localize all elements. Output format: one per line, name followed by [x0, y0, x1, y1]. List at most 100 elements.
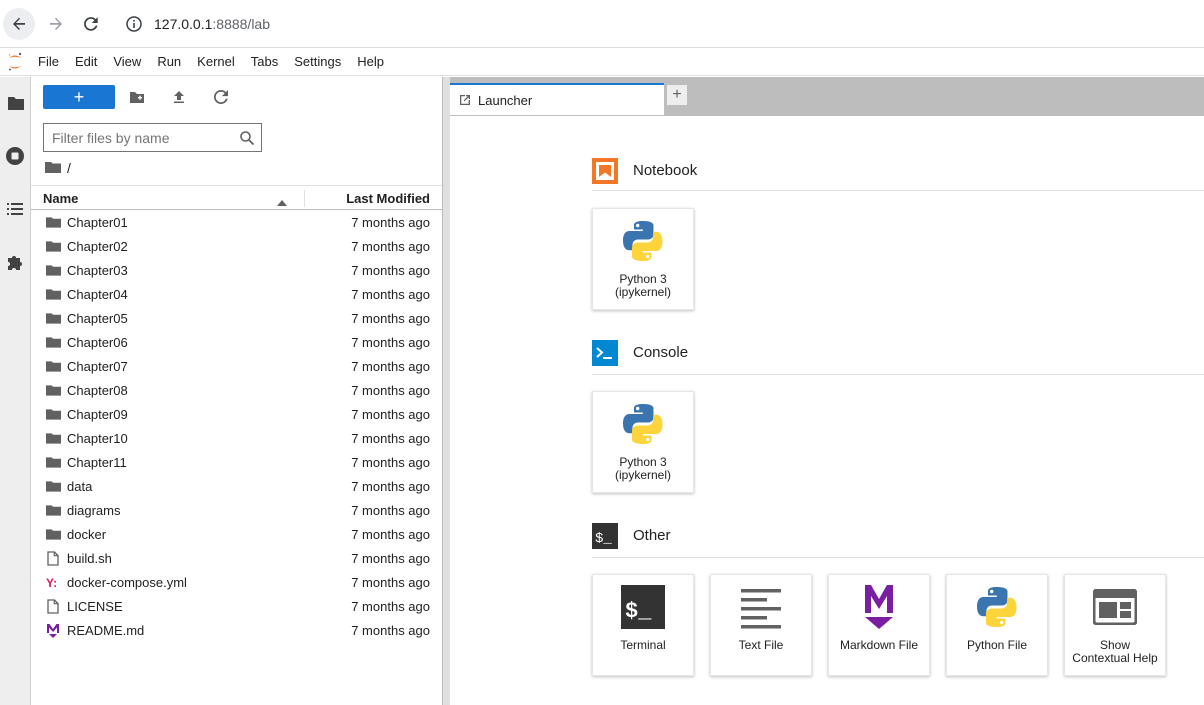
list-item[interactable]: Chapter09 7 months ago: [31, 402, 442, 426]
menu-kernel[interactable]: Kernel: [189, 48, 243, 76]
refresh-icon[interactable]: [211, 87, 231, 107]
item-name: build.sh: [67, 551, 112, 566]
url-text: 127.0.0.1:8888/lab: [154, 16, 270, 32]
breadcrumb-root[interactable]: /: [67, 160, 71, 176]
address-bar[interactable]: 127.0.0.1:8888/lab: [112, 4, 1204, 44]
section-divider: [592, 190, 1204, 191]
item-modified: 7 months ago: [351, 239, 430, 254]
list-item[interactable]: Chapter03 7 months ago: [31, 258, 442, 282]
notebook-section-title: Notebook: [633, 162, 698, 179]
svg-text:$_: $_: [625, 599, 652, 624]
section-divider: [592, 374, 1204, 375]
item-name: data: [67, 479, 93, 494]
site-info-icon[interactable]: [122, 12, 146, 36]
item-modified: 7 months ago: [351, 575, 430, 590]
card-label-line2: (ipykernel): [614, 285, 671, 299]
list-item[interactable]: Chapter11 7 months ago: [31, 450, 442, 474]
folder-icon: [45, 263, 61, 277]
markdown-file-card[interactable]: Markdown File: [828, 574, 930, 676]
back-button[interactable]: [3, 8, 35, 40]
menu-run[interactable]: Run: [149, 48, 189, 76]
file-browser-tab-icon[interactable]: [3, 91, 27, 115]
list-item[interactable]: data 7 months ago: [31, 474, 442, 498]
item-name: docker-compose.yml: [67, 575, 187, 590]
column-header-name[interactable]: Name: [43, 191, 78, 206]
item-name: docker: [67, 527, 107, 542]
folder-icon: [45, 527, 61, 541]
menu-edit[interactable]: Edit: [67, 48, 105, 76]
list-item[interactable]: Chapter08 7 months ago: [31, 378, 442, 402]
item-name: diagrams: [67, 503, 121, 518]
list-item[interactable]: LICENSE 7 months ago: [31, 594, 442, 618]
item-name: Chapter03: [67, 263, 128, 278]
folder-icon: [45, 407, 61, 421]
column-header-modified[interactable]: Last Modified: [346, 191, 430, 206]
folder-icon: [45, 335, 61, 349]
list-item[interactable]: build.sh 7 months ago: [31, 546, 442, 570]
notebook-section-header: Notebook: [592, 157, 697, 184]
folder-icon: [45, 311, 61, 325]
terminal-card[interactable]: $_ Terminal: [592, 574, 694, 676]
upload-icon[interactable]: [169, 87, 189, 107]
list-item[interactable]: Chapter07 7 months ago: [31, 354, 442, 378]
menu-file[interactable]: File: [30, 48, 67, 76]
panel-splitter[interactable]: [442, 77, 450, 705]
menu-help[interactable]: Help: [349, 48, 392, 76]
forward-button[interactable]: [40, 8, 72, 40]
item-name: Chapter09: [67, 407, 128, 422]
forward-arrow-icon: [50, 17, 62, 30]
list-item[interactable]: docker 7 months ago: [31, 522, 442, 546]
new-launcher-button[interactable]: +: [43, 85, 115, 109]
notebook-python3-card[interactable]: Python 3 (ipykernel): [592, 208, 694, 310]
card-label-line1: Markdown File: [839, 638, 919, 652]
launch-icon: [458, 93, 472, 107]
folder-icon: [45, 239, 61, 253]
menu-tabs[interactable]: Tabs: [243, 48, 286, 76]
table-of-contents-icon[interactable]: [3, 197, 27, 221]
other-section-title: Other: [633, 527, 671, 544]
menu-view[interactable]: View: [105, 48, 149, 76]
list-item[interactable]: Chapter05 7 months ago: [31, 306, 442, 330]
python-logo-icon: [619, 217, 667, 265]
folder-icon: [45, 383, 61, 397]
list-item[interactable]: Chapter10 7 months ago: [31, 426, 442, 450]
reload-button[interactable]: [75, 8, 107, 40]
item-modified: 7 months ago: [351, 335, 430, 350]
python-file-card[interactable]: Python File: [946, 574, 1048, 676]
menu-settings[interactable]: Settings: [286, 48, 349, 76]
list-item[interactable]: Chapter02 7 months ago: [31, 234, 442, 258]
item-modified: 7 months ago: [351, 623, 430, 638]
new-folder-icon[interactable]: [127, 87, 147, 107]
home-folder-icon[interactable]: [45, 160, 61, 176]
filter-files-input[interactable]: [52, 129, 232, 146]
add-tab-button[interactable]: +: [666, 84, 688, 106]
list-item[interactable]: Chapter01 7 months ago: [31, 210, 442, 234]
launcher-panel: Notebook Python 3 (ipykernel) Console Pyt…: [450, 116, 1204, 705]
item-name: Chapter01: [67, 215, 128, 230]
file-icon: [45, 550, 61, 566]
list-item[interactable]: Chapter06 7 months ago: [31, 330, 442, 354]
running-sessions-icon[interactable]: [3, 144, 27, 168]
url-path: :8888/lab: [212, 16, 270, 32]
contextual-help-card[interactable]: Show Contextual Help: [1064, 574, 1166, 676]
notebook-icon: [592, 157, 618, 184]
list-item[interactable]: Chapter04 7 months ago: [31, 282, 442, 306]
card-label: Python 3 (ipykernel): [593, 273, 693, 299]
sort-ascending-icon: [277, 194, 287, 206]
section-divider: [592, 557, 1204, 558]
list-item[interactable]: diagrams 7 months ago: [31, 498, 442, 522]
console-icon: [592, 339, 618, 366]
list-item[interactable]: README.md 7 months ago: [31, 618, 442, 642]
extension-manager-icon[interactable]: [3, 250, 27, 274]
item-name: Chapter06: [67, 335, 128, 350]
text-file-card[interactable]: Text File: [710, 574, 812, 676]
card-label: Python File: [947, 639, 1047, 652]
svg-text:Y:: Y:: [46, 576, 57, 589]
item-modified: 7 months ago: [351, 383, 430, 398]
tab-launcher[interactable]: Launcher: [450, 83, 664, 115]
console-python3-card[interactable]: Python 3 (ipykernel): [592, 391, 694, 493]
column-divider[interactable]: [304, 190, 305, 207]
list-item[interactable]: Y: docker-compose.yml 7 months ago: [31, 570, 442, 594]
console-section-header: Console: [592, 339, 688, 366]
item-modified: 7 months ago: [351, 431, 430, 446]
